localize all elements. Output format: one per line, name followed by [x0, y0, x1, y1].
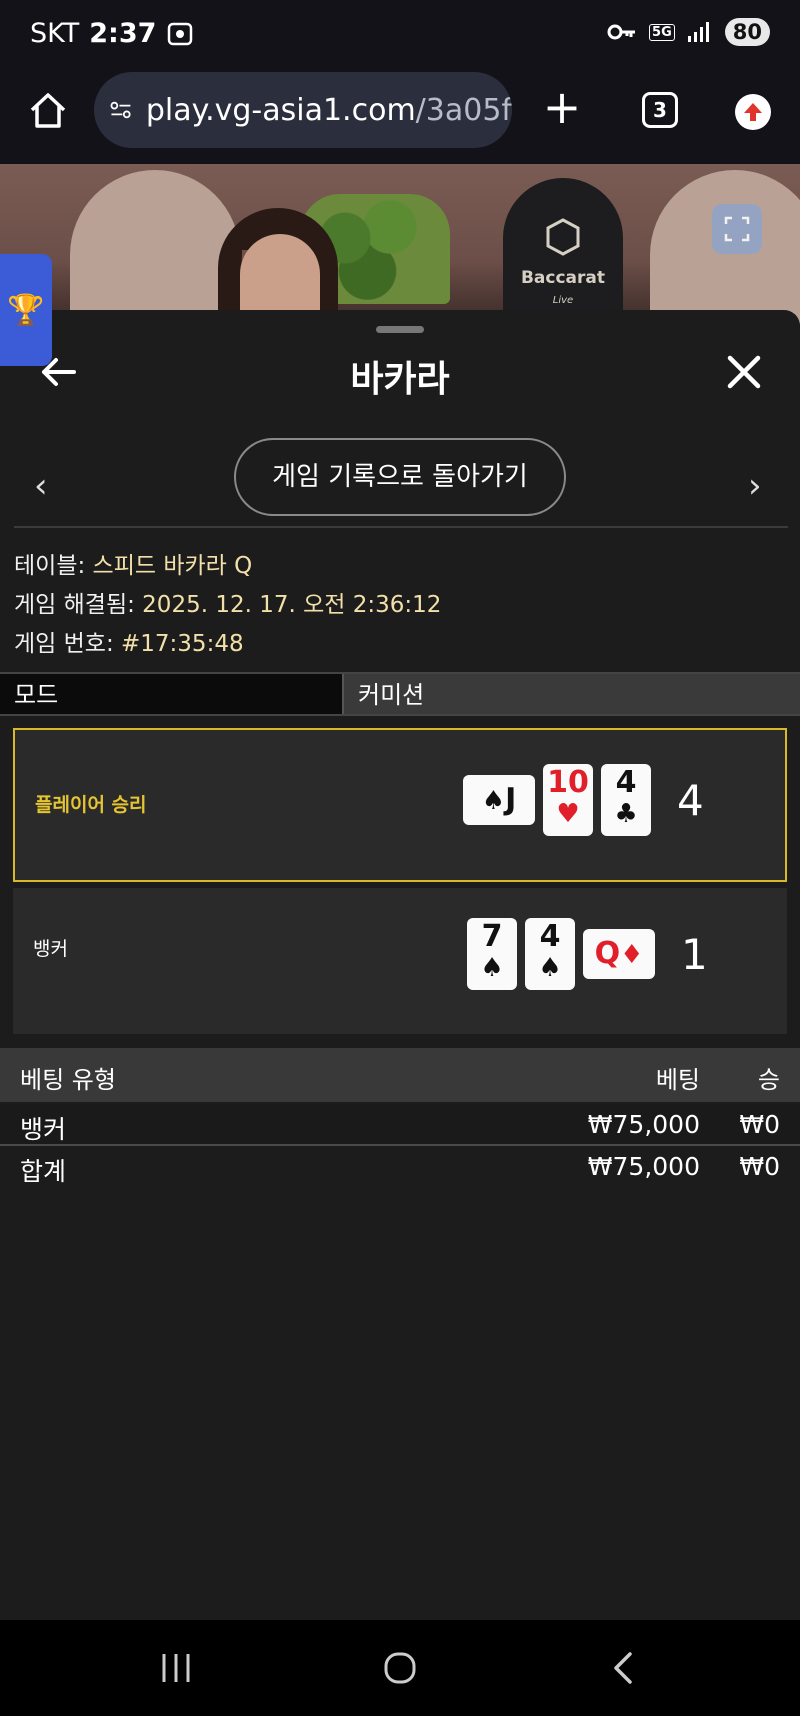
card-rank: J — [505, 782, 517, 817]
new-tab-button[interactable]: + — [540, 84, 584, 130]
win-amount-cell: ₩0 — [739, 1110, 780, 1139]
logo-subtitle: Live — [552, 295, 574, 306]
divider — [14, 526, 788, 528]
resolved-value: 2025. 12. 17. 오전 2:36:12 — [142, 592, 442, 618]
card-suit: ♠ — [480, 953, 504, 983]
table-value: 스피드 바카라 Q — [92, 553, 253, 579]
total-label: 합계 — [20, 1157, 67, 1186]
game-history-panel: 바카라 ‹ 게임 기록으로 돌아가기 › 테이블: 스피드 바카라 Q 게임 해… — [0, 310, 800, 1620]
close-icon[interactable] — [726, 354, 762, 390]
playing-card: 7 ♠ — [467, 918, 517, 990]
game-number-label: 게임 번호: — [14, 631, 122, 657]
status-right: 5G 80 — [607, 18, 770, 46]
total-bet: ₩75,000 — [587, 1152, 700, 1181]
playing-card: ♠J — [463, 775, 535, 825]
logo-title: Baccarat — [520, 268, 606, 288]
network-label: 5G — [649, 23, 675, 41]
table-label: 테이블: — [14, 553, 93, 579]
battery-indicator: 80 — [724, 18, 770, 46]
chevron-left-icon[interactable]: ‹ — [34, 466, 48, 506]
url-path: /3a05f — [415, 92, 512, 128]
arrow-up-icon — [744, 103, 762, 121]
total-win: ₩0 — [739, 1152, 780, 1181]
card-suit: ♠ — [538, 953, 562, 983]
mode-row: 모드 커미션 — [0, 672, 800, 716]
back-to-history-button[interactable]: 게임 기록으로 돌아가기 — [234, 438, 566, 516]
url-domain: play.vg-asia1.com — [145, 92, 416, 128]
player-cards: ♠J 10 ♥ 4 ♣ — [463, 764, 651, 836]
resolved-label: 게임 해결됨: — [14, 592, 143, 618]
drag-handle[interactable] — [376, 326, 424, 333]
url-text: play.vg-asia1.com/3a05f — [146, 93, 512, 128]
header-bet-type: 베팅 유형 — [20, 1066, 116, 1094]
fullscreen-button[interactable] — [712, 204, 762, 254]
panel-title: 바카라 — [350, 359, 450, 400]
card-suit: ♠ — [481, 786, 506, 816]
baccarat-logo-icon — [546, 218, 580, 256]
status-left: SKT 2:37 — [30, 18, 194, 49]
player-score: 4 — [677, 776, 704, 825]
banker-result: 뱅커 7 ♠ 4 ♠ Q♦ 1 — [13, 888, 787, 1034]
site-settings-icon[interactable] — [110, 97, 132, 123]
screenshot-icon — [168, 22, 193, 45]
card-rank: 7 — [481, 919, 503, 954]
playing-card: 10 ♥ — [543, 764, 593, 836]
home-circle-icon[interactable] — [380, 1648, 420, 1688]
back-icon[interactable] — [604, 1648, 644, 1688]
trophy-icon: 🏆 — [7, 292, 45, 328]
header-win: 승 — [757, 1066, 780, 1094]
tab-switcher-button[interactable]: 3 — [642, 92, 678, 128]
recent-apps-icon[interactable] — [156, 1648, 196, 1688]
live-video: Baccarat Live — [0, 164, 800, 324]
card-suit: ♥ — [556, 799, 580, 829]
game-number-info: 게임 번호: #17:35:48 — [14, 624, 244, 658]
banker-result-label: 뱅커 — [33, 938, 68, 960]
bet-type-cell: 뱅커 — [20, 1115, 67, 1144]
game-number-value: #17:35:48 — [121, 631, 244, 657]
resolved-info: 게임 해결됨: 2025. 12. 17. 오전 2:36:12 — [14, 585, 441, 619]
home-icon[interactable] — [26, 88, 70, 132]
background-arch — [70, 170, 240, 324]
card-suit: ♦ — [620, 940, 644, 970]
system-navigation-bar — [0, 1620, 800, 1716]
expand-icon — [724, 216, 750, 242]
bet-table-header: 베팅 유형 베팅 승 — [0, 1048, 800, 1102]
playing-card: 4 ♣ — [601, 764, 651, 836]
bet-amount-cell: ₩75,000 — [587, 1110, 700, 1139]
card-rank: 4 — [539, 919, 561, 954]
card-rank: 10 — [547, 765, 589, 800]
playing-card: 4 ♠ — [525, 918, 575, 990]
player-result-label: 플레이어 승리 — [35, 794, 147, 816]
trophy-tab[interactable]: 🏆 — [0, 254, 52, 366]
table-row: 뱅커 ₩75,000 ₩0 — [0, 1104, 800, 1146]
banker-score: 1 — [681, 930, 708, 979]
address-bar[interactable]: play.vg-asia1.com/3a05f — [94, 72, 512, 148]
clock: 2:37 — [89, 18, 157, 49]
baccarat-logo-panel: Baccarat Live — [503, 178, 623, 324]
card-rank: 4 — [615, 765, 637, 800]
mode-label: 모드 — [0, 674, 344, 714]
mode-value: 커미션 — [344, 674, 800, 714]
banker-cards: 7 ♠ 4 ♠ Q♦ — [467, 918, 655, 990]
key-icon — [607, 24, 636, 40]
total-row: 합계 ₩75,000 ₩0 — [0, 1146, 800, 1188]
update-button[interactable] — [735, 94, 771, 130]
baccarat-logo-text: Baccarat Live — [503, 268, 623, 308]
playing-card: Q♦ — [583, 929, 655, 979]
carrier-label: SKT — [30, 18, 80, 49]
header-bet: 베팅 — [655, 1066, 700, 1094]
player-result: 플레이어 승리 ♠J 10 ♥ 4 ♣ 4 — [13, 728, 787, 882]
chevron-right-icon[interactable]: › — [748, 466, 762, 506]
card-suit: ♣ — [614, 799, 638, 829]
table-info: 테이블: 스피드 바카라 Q — [14, 546, 252, 580]
signal-icon — [687, 22, 709, 42]
card-rank: Q — [594, 936, 621, 971]
browser-toolbar: play.vg-asia1.com/3a05f + 3 — [0, 70, 800, 164]
status-bar: SKT 2:37 5G 80 — [0, 0, 800, 70]
